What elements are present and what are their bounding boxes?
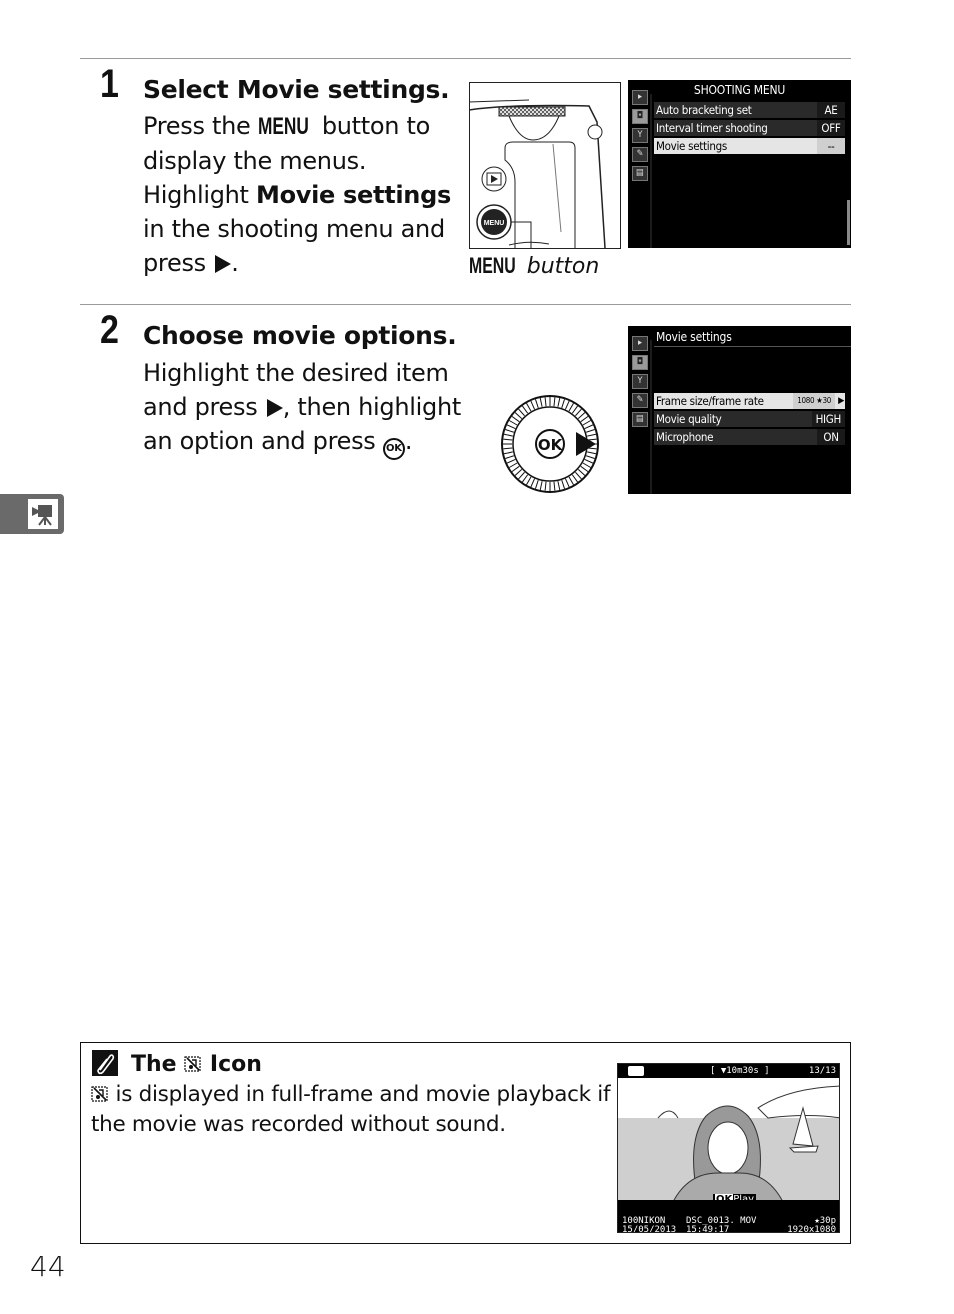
row-label: Interval timer shooting <box>656 121 768 135</box>
row-value: 1080 ★30 <box>793 393 835 409</box>
playback-image <box>618 1078 839 1202</box>
row-label: Microphone <box>656 430 714 444</box>
text: is displayed in full-frame and movie pla… <box>91 1082 611 1137</box>
movie-camera-icon <box>28 499 58 529</box>
menu-keyword: MENU <box>257 113 309 140</box>
playback-info-bar: 100NIKON DSC_0013. MOV ★30p 15/05/2013 1… <box>618 1200 839 1232</box>
step-instructions: Highlight the desired item and press , t… <box>143 356 473 460</box>
menu-row-selected: Movie settings -- <box>654 138 845 154</box>
section-divider <box>80 58 851 59</box>
bold-text: Movie settings <box>255 181 451 209</box>
frame-size: 1920x1080 <box>787 1225 836 1233</box>
right-arrow-icon <box>215 255 232 273</box>
playback-screen: [ ▼10m30s ] 13/13 OKPlay 100NIKON DSC_00… <box>617 1063 840 1233</box>
multi-selector-icon: OK <box>501 395 599 493</box>
movie-settings-screen: Movie settings ▸ ◘ Y ✎ ▤ Frame size/fram… <box>628 326 851 494</box>
row-value: HIGH <box>811 411 845 427</box>
setup-tab-icon: Y <box>632 374 648 389</box>
svg-text:MENU: MENU <box>484 220 505 227</box>
chapter-tab <box>0 494 64 534</box>
note-box: The Icon is displayed in full-frame and … <box>80 1042 851 1244</box>
menu-row-selected: Frame size/frame rate 1080 ★30 ▶ <box>654 393 845 409</box>
ok-button-icon: OK <box>382 438 405 460</box>
illustration-caption: MENU button <box>469 253 599 280</box>
playback-top-bar: [ ▼10m30s ] 13/13 <box>618 1064 839 1078</box>
row-value: -- <box>817 138 845 154</box>
movie-duration: [ ▼10m30s ] <box>710 1066 770 1076</box>
row-label: Frame size/frame rate <box>656 394 764 408</box>
step-number: 1 <box>100 62 119 106</box>
menu-tabs: ▸ ◘ Y ✎ ▤ <box>630 90 650 185</box>
text: . <box>231 249 239 277</box>
menu-row: Microphone ON <box>654 429 845 445</box>
no-sound-icon <box>184 1052 202 1072</box>
menu-tabs: ▸ ◘ Y ✎ ▤ <box>630 336 650 431</box>
recent-settings-tab-icon: ▤ <box>632 412 648 427</box>
menu-keyword: MENU <box>469 253 516 278</box>
step-instructions: Press the MENU button to display the men… <box>143 109 473 280</box>
recent-settings-tab-icon: ▤ <box>632 166 648 181</box>
tab-divider <box>650 340 652 494</box>
row-label: Auto bracketing set <box>656 103 752 117</box>
camera-illustration: MENU <box>468 82 621 252</box>
shooting-menu-screen: SHOOTING MENU ▸ ◘ Y ✎ ▤ Auto bracketing … <box>628 80 851 248</box>
no-sound-icon <box>91 1082 109 1102</box>
shooting-tab-icon: ◘ <box>632 109 648 124</box>
section-divider <box>80 304 851 305</box>
shooting-tab-icon: ◘ <box>632 355 648 370</box>
screen-title: SHOOTING MENU <box>693 83 786 97</box>
step-number: 2 <box>100 308 119 352</box>
step-title: Choose movie options. <box>143 321 457 350</box>
multi-selector-illustration: OK <box>500 394 600 494</box>
recording-date: 15/05/2013 <box>622 1225 677 1233</box>
recording-time: 15:49:17 <box>686 1225 730 1233</box>
row-label: Movie quality <box>656 412 722 426</box>
text: . <box>404 427 413 455</box>
frame-count: 13/13 <box>808 1066 836 1076</box>
ok-label: OK <box>538 436 564 454</box>
setup-tab-icon: Y <box>632 128 648 143</box>
scrollbar <box>847 200 850 245</box>
retouch-tab-icon: ✎ <box>632 147 648 162</box>
row-value: OFF <box>817 120 845 136</box>
title-underline <box>654 346 851 347</box>
caption-text: button <box>519 254 600 279</box>
playback-tab-icon: ▸ <box>632 90 648 105</box>
text: Icon <box>202 1052 262 1077</box>
page-number: 44 <box>30 1250 66 1283</box>
note-title: The Icon <box>131 1050 262 1080</box>
row-value: AE <box>817 102 845 118</box>
menu-row: Interval timer shooting OFF <box>654 120 845 136</box>
text: The <box>131 1052 185 1077</box>
tab-divider <box>650 94 652 248</box>
right-arrow-icon: ▶ <box>838 396 844 406</box>
step-title: Select Movie settings. <box>143 75 450 104</box>
menu-row: Movie quality HIGH <box>654 411 845 427</box>
text: Press the <box>143 112 258 140</box>
no-sound-indicator-icon <box>626 1064 646 1078</box>
right-arrow-icon <box>266 399 283 417</box>
screen-title: Movie settings <box>656 330 732 344</box>
playback-tab-icon: ▸ <box>632 336 648 351</box>
menu-row: Auto bracketing set AE <box>654 102 845 118</box>
note-body: is displayed in full-frame and movie pla… <box>91 1080 611 1140</box>
row-value: ON <box>817 429 845 445</box>
row-label: Movie settings <box>656 139 727 153</box>
camera-back-icon: MENU <box>468 82 621 252</box>
paperclip-note-icon <box>92 1050 118 1076</box>
text: in the shooting menu and press <box>143 215 445 277</box>
retouch-tab-icon: ✎ <box>632 393 648 408</box>
